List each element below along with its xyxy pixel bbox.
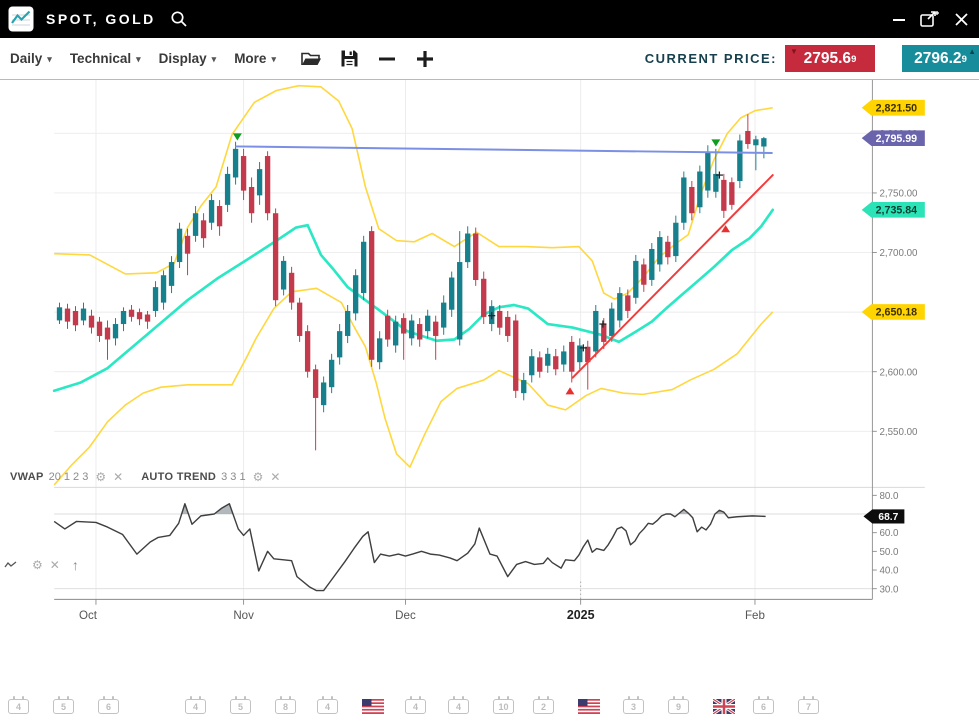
calendar-day-icon[interactable]: 10	[493, 696, 515, 714]
vwap-indicator-label: VWAP	[10, 471, 44, 483]
menu-more[interactable]: More ▾	[234, 51, 276, 66]
svg-text:50.0: 50.0	[879, 547, 899, 558]
menu-timeframe[interactable]: Daily ▾	[10, 51, 52, 66]
calendar-flag-us-icon[interactable]	[578, 696, 600, 714]
vwap-indicator-params: 20 1 2 3	[49, 471, 89, 483]
bid-price-pip: 9	[851, 55, 856, 65]
zoom-in-button[interactable]	[415, 49, 435, 69]
svg-text:Feb: Feb	[745, 610, 765, 622]
svg-text:2,750.00: 2,750.00	[879, 189, 918, 200]
chevron-down-icon: ▾	[47, 52, 52, 65]
svg-text:60.0: 60.0	[879, 528, 899, 539]
chevron-down-icon: ▾	[212, 52, 217, 65]
autotrend-indicator-params: 3 3 1	[221, 471, 245, 483]
chevron-down-icon: ▾	[136, 52, 141, 65]
menu-display[interactable]: Display ▾	[159, 51, 217, 66]
squiggle-icon	[4, 560, 17, 570]
rsi-collapse-arrow-icon[interactable]: ↑	[72, 557, 79, 573]
calendar-day-icon[interactable]: 8	[275, 696, 297, 714]
symbol-title: SPOT, GOLD	[46, 11, 156, 27]
calendar-day-icon[interactable]: 9	[668, 696, 690, 714]
autotrend-indicator-label: AUTO TREND	[141, 471, 216, 483]
calendar-day-icon[interactable]: 4	[405, 696, 427, 714]
menu-technical[interactable]: Technical ▾	[70, 51, 141, 66]
calendar-day-icon[interactable]: 3	[623, 696, 645, 714]
ask-price-badge: 2796.29 ▲	[902, 45, 979, 72]
autotrend-remove-icon[interactable]: ✕	[270, 470, 280, 484]
save-layout-icon[interactable]	[340, 49, 359, 68]
current-price-label: CURRENT PRICE:	[645, 51, 777, 66]
calendar-flag-uk-icon[interactable]	[713, 696, 735, 714]
open-layout-folder-icon[interactable]	[300, 49, 322, 68]
menu-more-label: More	[234, 51, 266, 66]
ask-price-value: 2796.2	[914, 50, 961, 68]
svg-text:Nov: Nov	[233, 610, 254, 622]
svg-text:2,700.00: 2,700.00	[879, 248, 918, 259]
svg-text:40.0: 40.0	[879, 566, 899, 577]
window-titlebar: SPOT, GOLD	[0, 0, 979, 38]
close-button[interactable]	[954, 12, 969, 27]
svg-text:2,795.99: 2,795.99	[876, 133, 918, 145]
rsi-settings-gear-icon[interactable]: ⚙	[32, 558, 43, 572]
menu-timeframe-label: Daily	[10, 51, 42, 66]
calendar-day-icon[interactable]: 4	[8, 696, 30, 714]
svg-text:Dec: Dec	[395, 610, 416, 622]
economic-calendar-row: 4 5 6 4 5 8 4 4 4 10 2 3 9 6 7	[0, 696, 979, 720]
ask-price-pip: 9	[962, 55, 967, 65]
bid-price-value: 2795.6	[804, 50, 851, 68]
calendar-day-icon[interactable]: 4	[448, 696, 470, 714]
svg-text:30.0: 30.0	[879, 584, 899, 595]
current-price-group: CURRENT PRICE: ▼ 2795.69 2796.29 ▲	[645, 45, 979, 72]
calendar-day-icon[interactable]: 6	[98, 696, 120, 714]
popout-window-button[interactable]	[920, 10, 940, 28]
svg-text:2,550.00: 2,550.00	[879, 427, 918, 438]
chart-toolbar: Daily ▾ Technical ▾ Display ▾ More ▾	[0, 38, 979, 80]
svg-text:68.7: 68.7	[878, 512, 898, 523]
svg-text:2025: 2025	[567, 608, 595, 622]
calendar-day-icon[interactable]: 5	[230, 696, 252, 714]
svg-text:2,735.84: 2,735.84	[876, 205, 918, 217]
calendar-flag-us-icon[interactable]	[362, 696, 384, 714]
vwap-settings-gear-icon[interactable]: ⚙	[95, 470, 106, 484]
chevron-down-icon: ▾	[271, 52, 276, 65]
price-up-arrow-icon: ▲	[968, 47, 976, 56]
search-icon[interactable]	[170, 10, 188, 28]
svg-text:Oct: Oct	[79, 610, 98, 622]
price-down-arrow-icon: ▼	[790, 47, 798, 56]
calendar-day-icon[interactable]: 5	[53, 696, 75, 714]
bid-price-badge: ▼ 2795.69	[785, 45, 875, 72]
svg-text:2,650.18: 2,650.18	[876, 307, 918, 319]
menu-technical-label: Technical	[70, 51, 131, 66]
zoom-out-button[interactable]	[377, 49, 397, 69]
vwap-remove-icon[interactable]: ✕	[113, 470, 123, 484]
svg-text:2,600.00: 2,600.00	[879, 367, 918, 378]
calendar-day-icon[interactable]: 7	[798, 696, 820, 714]
menu-display-label: Display	[159, 51, 207, 66]
calendar-day-icon[interactable]: 4	[317, 696, 339, 714]
svg-text:2,821.50: 2,821.50	[876, 102, 918, 114]
minimize-button[interactable]	[892, 12, 906, 26]
svg-text:80.0: 80.0	[879, 491, 899, 502]
rsi-remove-icon[interactable]: ✕	[50, 558, 60, 572]
calendar-day-icon[interactable]: 4	[185, 696, 207, 714]
calendar-day-icon[interactable]: 6	[753, 696, 775, 714]
price-chart[interactable]: 2,800.002,750.002,700.002,600.002,550.00…	[0, 80, 979, 723]
app-logo-icon	[8, 6, 34, 32]
calendar-day-icon[interactable]: 2	[533, 696, 555, 714]
autotrend-settings-gear-icon[interactable]: ⚙	[253, 470, 264, 484]
